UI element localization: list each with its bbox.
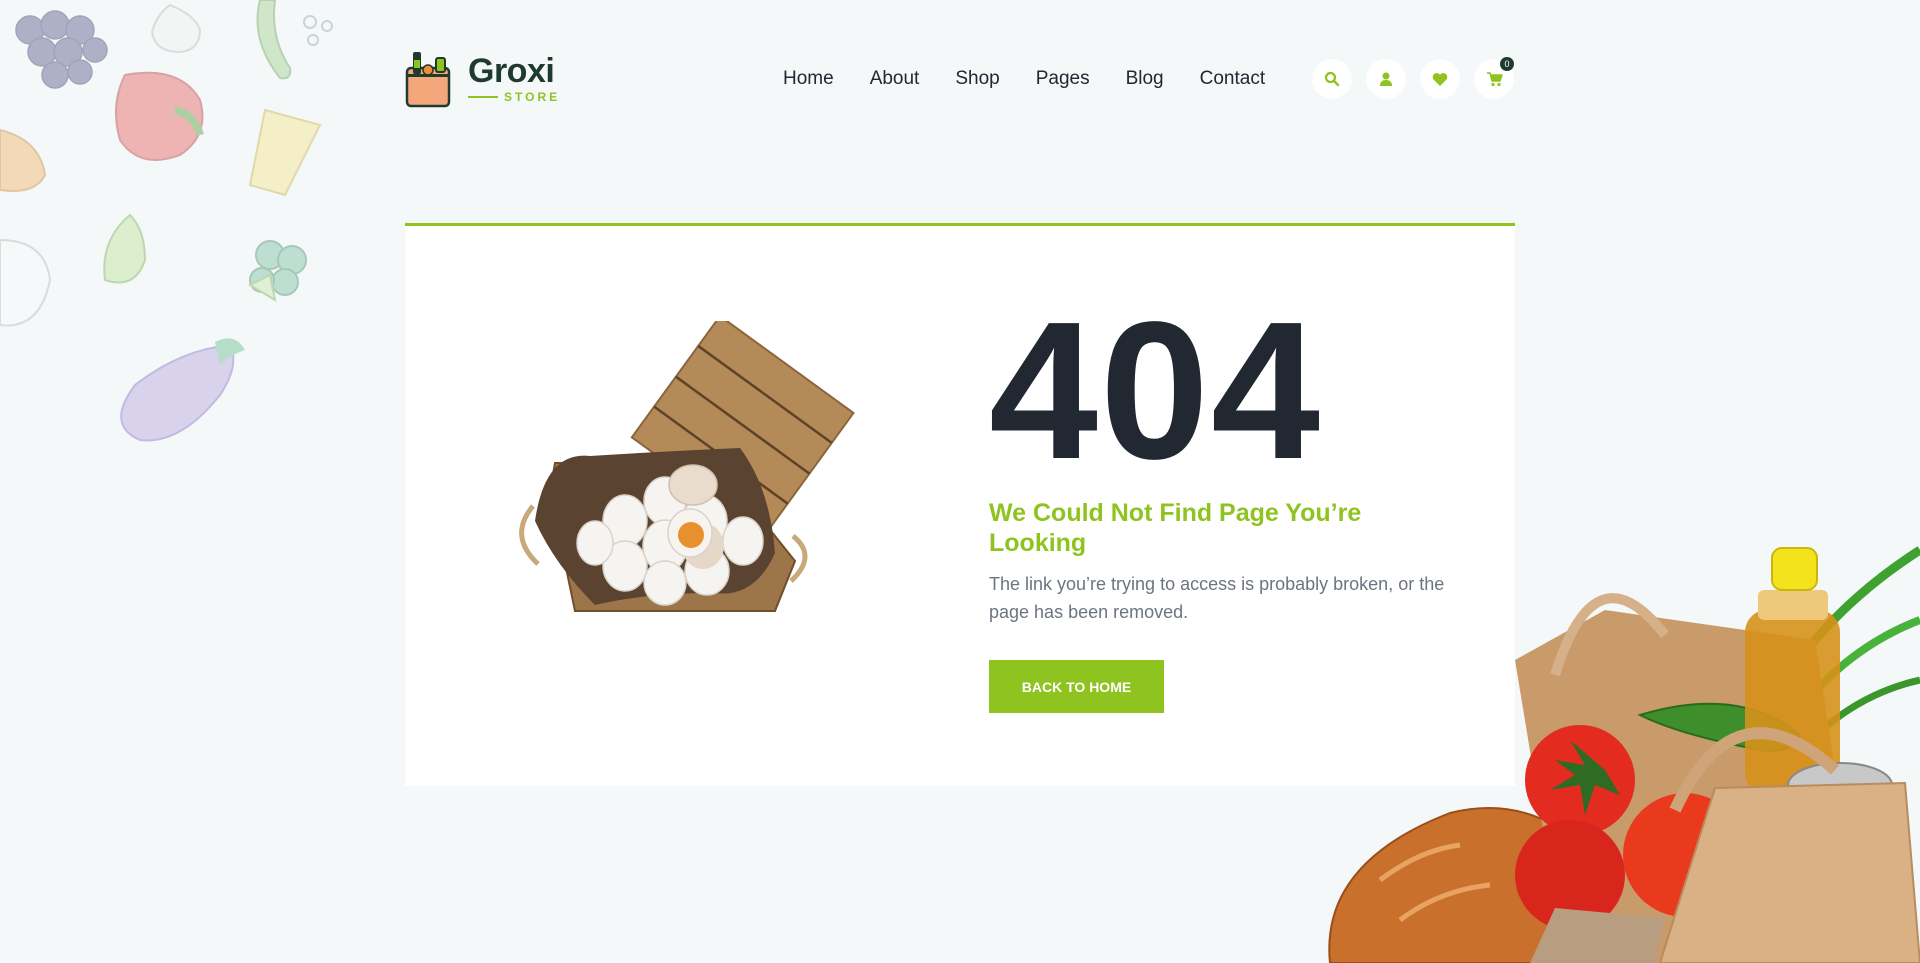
- heart-icon: [1432, 72, 1448, 86]
- nav-blog[interactable]: Blog: [1126, 68, 1164, 90]
- brand-sub: STORE: [504, 90, 561, 104]
- account-button[interactable]: [1366, 59, 1406, 99]
- nav-pages[interactable]: Pages: [1036, 68, 1090, 90]
- wishlist-button[interactable]: [1420, 59, 1460, 99]
- nav-about[interactable]: About: [870, 68, 920, 90]
- brand-divider: [468, 96, 498, 98]
- nav-shop[interactable]: Shop: [955, 68, 999, 90]
- cart-count-badge: 0: [1500, 57, 1514, 71]
- egg-crate-image: [475, 314, 875, 621]
- nav-home[interactable]: Home: [783, 68, 834, 90]
- header-actions: 0: [1312, 57, 1514, 99]
- back-to-home-button[interactable]: BACK TO HOME: [989, 660, 1164, 713]
- nav-contact[interactable]: Contact: [1200, 68, 1265, 90]
- decorative-vegetables: [0, 0, 340, 450]
- search-button[interactable]: [1312, 59, 1352, 99]
- search-icon: [1324, 71, 1340, 87]
- brand-logo[interactable]: Groxi STORE: [404, 48, 754, 110]
- grocery-bag-image: [1300, 480, 1920, 963]
- grocery-bag-logo-icon: [404, 48, 452, 110]
- cart-button[interactable]: 0: [1474, 57, 1514, 99]
- error-code: 404: [989, 281, 1323, 500]
- brand-name: Groxi: [468, 52, 555, 90]
- main-nav: Home About Shop Pages Blog Contact: [783, 68, 1265, 90]
- cart-icon: [1486, 72, 1503, 87]
- user-icon: [1380, 72, 1392, 86]
- site-header: Groxi STORE Home About Shop Pages Blog C…: [404, 44, 1514, 114]
